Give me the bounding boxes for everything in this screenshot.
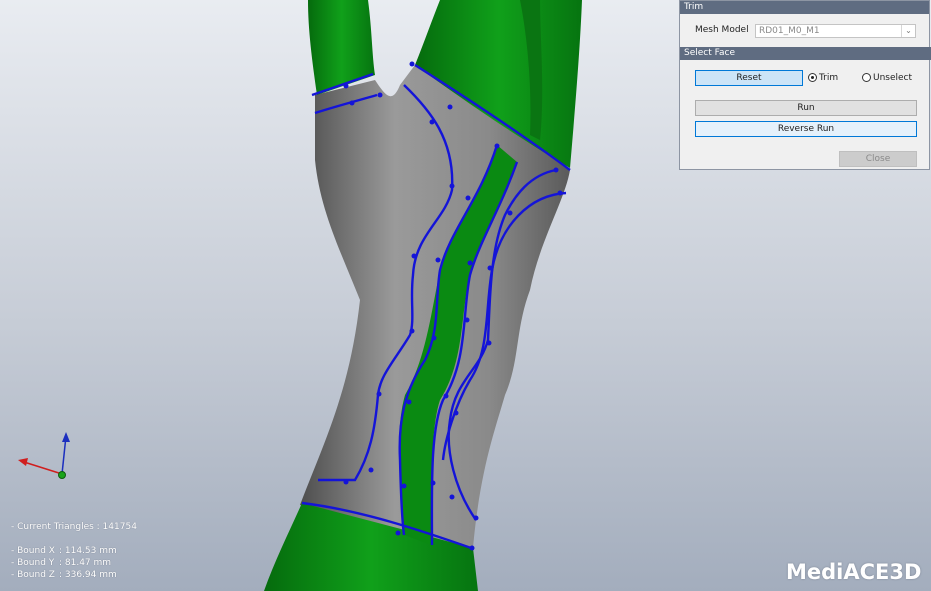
mediace3d-logo: MediACE3D [786,560,922,584]
bound-x: - Bound X : 114.53 mm [11,545,117,557]
bound-y: - Bound Y : 81.47 mm [11,557,111,569]
mesh-model-label: Mesh Model [695,25,749,35]
radio-checked-icon[interactable] [808,73,817,82]
axis-triad [18,432,70,479]
reverse-run-button[interactable]: Reverse Run [695,121,917,137]
bound-y-value: : 81.47 mm [59,558,112,568]
bound-z: - Bound Z : 336.94 mm [11,569,117,581]
bound-z-value: : 336.94 mm [59,570,117,580]
mesh-model-value: RD01_M0_M1 [759,26,820,36]
trim-panel: Trim Mesh Model RD01_M0_M1 ⌄ Select Face… [679,0,931,170]
reset-button[interactable]: Reset [695,70,803,86]
chevron-down-icon[interactable]: ⌄ [901,25,915,37]
close-button[interactable]: Close [839,151,917,167]
trim-radio-label: Trim [819,73,839,83]
current-triangles: - Current Triangles : 141754 [11,522,137,532]
mesh-model-select[interactable]: RD01_M0_M1 ⌄ [755,24,916,38]
panel-title: Trim [680,1,929,14]
fingers-mesh[interactable] [308,0,375,95]
unselect-radio[interactable]: Unselect [862,72,912,84]
radio-unchecked-icon[interactable] [862,73,871,82]
bound-y-label: - Bound Y [11,558,55,568]
bound-z-label: - Bound Z [11,570,55,580]
bound-x-value: : 114.53 mm [59,546,117,556]
bound-x-label: - Bound X [11,546,55,556]
unselect-radio-label: Unselect [873,73,913,83]
trim-radio[interactable]: Trim [808,72,838,84]
select-face-header: Select Face [680,47,931,60]
run-button[interactable]: Run [695,100,917,116]
